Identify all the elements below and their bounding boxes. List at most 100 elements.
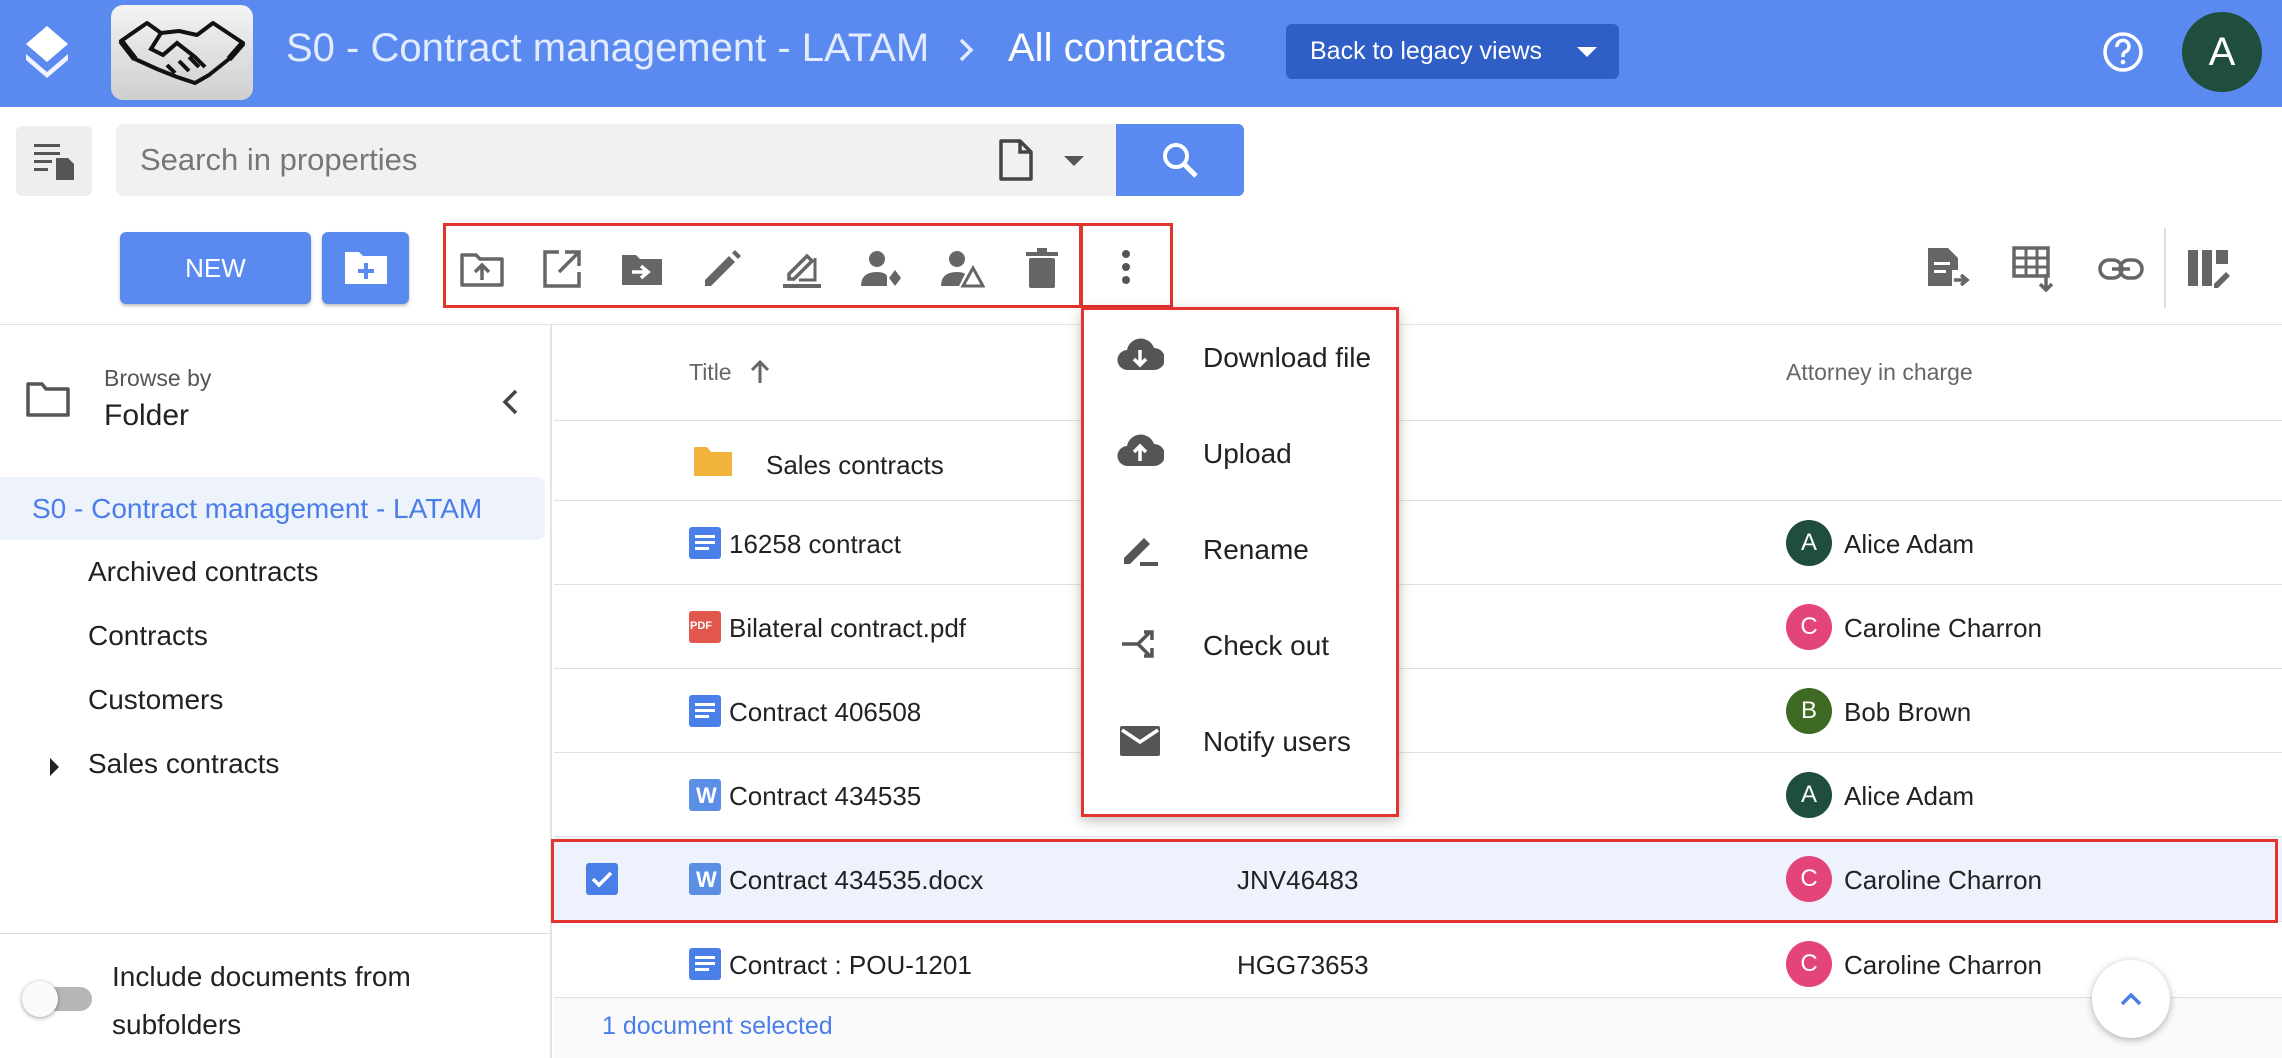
more-actions-menu: Download file Upload Rename Check out No…: [1081, 307, 1399, 817]
export-icon[interactable]: [1924, 246, 1970, 292]
toolbar-highlight: [443, 223, 1082, 308]
user-avatar[interactable]: A: [2182, 12, 2262, 92]
folder-outline-icon: [26, 382, 70, 417]
row-title: Contract 434535: [729, 781, 922, 811]
menu-item-label: Check out: [1203, 630, 1330, 661]
toggle-knob: [22, 981, 58, 1017]
search-icon: [1163, 143, 1198, 178]
search-input[interactable]: [116, 124, 976, 196]
row-title: Sales contracts: [766, 450, 944, 480]
sidebar-item-root[interactable]: S0 - Contract management - LATAM: [0, 477, 545, 540]
attorney-name: Bob Brown: [1844, 697, 1972, 727]
sidebar-item-label: S0 - Contract management - LATAM: [32, 493, 483, 524]
scroll-to-top-button[interactable]: [2092, 960, 2170, 1038]
attorney-avatar: C: [1786, 604, 1832, 650]
more-actions-icon[interactable]: [1103, 244, 1149, 290]
sidebar: Browse by Folder S0 - Contract managemen…: [0, 325, 552, 1058]
selected-row-highlight: [551, 839, 2278, 923]
sidebar-item-archived-contracts[interactable]: Archived contracts: [88, 556, 318, 588]
cloud-download-icon: [1117, 338, 1164, 371]
caret-down-icon: [1577, 47, 1597, 57]
sidebar-item-sales-contracts[interactable]: Sales contracts: [88, 748, 279, 780]
space-logo[interactable]: [111, 5, 253, 100]
sidebar-item-contracts[interactable]: Contracts: [88, 620, 208, 652]
column-header-attorney[interactable]: Attorney in charge: [1786, 359, 1973, 386]
sort-ascending-icon[interactable]: [748, 357, 772, 387]
table-row[interactable]: Contract : POU-1201 HGG73653 C Caroline …: [554, 922, 2282, 1006]
attorney-name: Alice Adam: [1844, 781, 1975, 811]
cloud-upload-icon: [1117, 434, 1164, 467]
chevron-left-icon[interactable]: [494, 385, 528, 419]
new-button[interactable]: NEW: [120, 232, 311, 304]
rename-icon: [1124, 538, 1158, 566]
search-button[interactable]: [1116, 124, 1244, 196]
chevron-right-icon: [959, 38, 974, 62]
document-icon: [689, 948, 721, 980]
document-icon: [689, 695, 721, 727]
attorney-avatar: C: [1786, 941, 1832, 987]
document-type-icon[interactable]: [998, 138, 1034, 182]
app-logo-icon[interactable]: [22, 24, 72, 80]
include-subfolders-label: Include documents from subfolders: [112, 961, 411, 1040]
browse-by-label: Browse by: [104, 365, 212, 391]
link-icon[interactable]: [2098, 246, 2144, 292]
document-icon: [689, 527, 721, 559]
chevron-up-icon: [2120, 992, 2142, 1006]
add-folder-icon: [345, 252, 387, 284]
panel-toggle-button[interactable]: [16, 126, 92, 196]
menu-item-notify-users[interactable]: Notify users: [1084, 694, 1396, 790]
table-download-icon[interactable]: [2012, 246, 2058, 292]
header-divider: [554, 420, 2282, 421]
attorney-name: Caroline Charron: [1844, 613, 2042, 643]
menu-item-download-file[interactable]: Download file: [1084, 310, 1396, 406]
menu-item-upload[interactable]: Upload: [1084, 406, 1396, 502]
attorney-avatar: A: [1786, 520, 1832, 566]
selection-status-bar: 1 document selected: [554, 997, 2282, 1058]
sidebar-footer-divider: [0, 933, 550, 934]
new-folder-button[interactable]: [322, 232, 409, 304]
include-subfolders-toggle[interactable]: [22, 981, 96, 1017]
back-to-legacy-views-button[interactable]: Back to legacy views: [1286, 24, 1619, 79]
menu-item-rename[interactable]: Rename: [1084, 502, 1396, 598]
table-row[interactable]: 16258 contract A Alice Adam: [554, 501, 2282, 585]
sidebar-item-customers[interactable]: Customers: [88, 684, 223, 716]
documents-table: Title Attorney in charge Sales contracts…: [554, 325, 2282, 1058]
list-document-icon: [34, 144, 74, 180]
browse-by-selector[interactable]: Folder: [104, 399, 189, 433]
document-type-caret-icon[interactable]: [1064, 156, 1084, 166]
toolbar-divider: [2164, 228, 2166, 308]
row-title: Contract 406508: [729, 697, 922, 727]
pdf-badge: PDF: [690, 620, 712, 632]
column-settings-icon[interactable]: [2186, 246, 2232, 292]
column-header-title[interactable]: Title: [689, 359, 732, 386]
handshake-icon: [118, 21, 246, 85]
folder-icon: [694, 447, 732, 476]
row-reference: HGG73653: [1237, 950, 1369, 980]
table-row[interactable]: PDF Bilateral contract.pdf C Caroline Ch…: [554, 585, 2282, 669]
search-box: [116, 124, 1116, 196]
row-title: Contract : POU-1201: [729, 950, 972, 980]
word-badge: W: [696, 783, 717, 808]
attorney-name: Caroline Charron: [1844, 950, 2042, 980]
attorney-avatar: A: [1786, 772, 1832, 818]
menu-item-check-out[interactable]: Check out: [1084, 598, 1396, 694]
help-icon[interactable]: [2101, 30, 2145, 74]
table-row[interactable]: W Contract 434535 A Alice Adam: [554, 753, 2282, 837]
app-header: S0 - Contract management - LATAM All con…: [0, 0, 2282, 107]
expand-arrow-icon[interactable]: [50, 758, 59, 776]
selection-count: 1 document selected: [602, 1012, 833, 1040]
attorney-avatar: B: [1786, 688, 1832, 734]
breadcrumb-current: All contracts: [1008, 26, 1226, 70]
breadcrumb-space[interactable]: S0 - Contract management - LATAM: [286, 26, 929, 71]
legacy-button-label: Back to legacy views: [1310, 37, 1543, 65]
row-title: 16258 contract: [729, 529, 902, 559]
menu-item-label: Download file: [1203, 342, 1372, 373]
menu-item-label: Upload: [1203, 438, 1292, 469]
row-title: Bilateral contract.pdf: [729, 613, 967, 643]
menu-item-label: Notify users: [1203, 726, 1351, 757]
menu-item-label: Rename: [1203, 534, 1309, 565]
mail-icon: [1120, 726, 1160, 756]
attorney-name: Alice Adam: [1844, 529, 1975, 559]
table-row[interactable]: Sales contracts: [554, 422, 2282, 506]
table-row[interactable]: Contract 406508 B Bob Brown: [554, 669, 2282, 753]
